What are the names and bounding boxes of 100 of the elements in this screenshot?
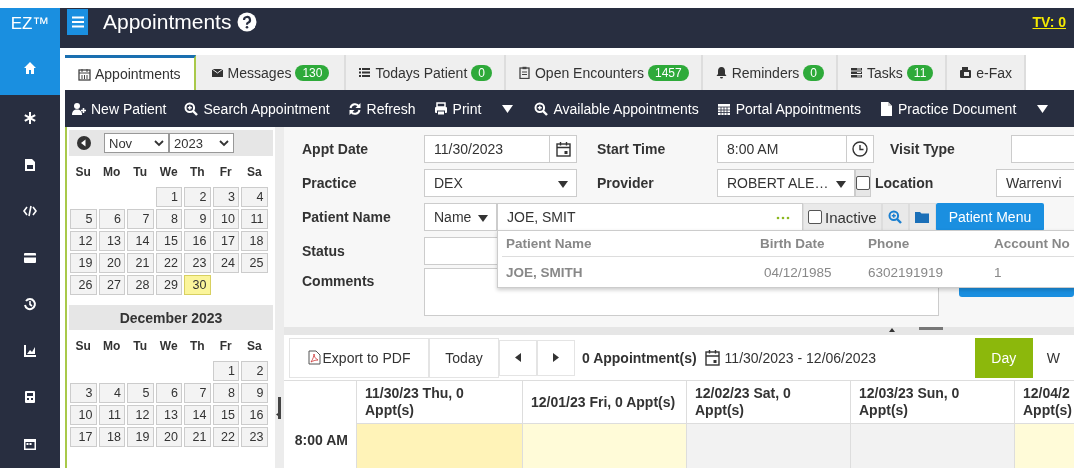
asterisk-icon bbox=[23, 111, 37, 126]
date-range: 11/30/2023 - 12/06/2023 bbox=[724, 349, 877, 366]
calendar-day[interactable]: 30 bbox=[184, 275, 211, 295]
calendar-day[interactable]: 22 bbox=[155, 253, 182, 273]
calendar-day[interactable]: 7 bbox=[184, 383, 211, 403]
checkbox[interactable] bbox=[856, 176, 870, 190]
calendar-day[interactable]: 18 bbox=[98, 427, 125, 447]
calendar-day[interactable]: 2 bbox=[241, 361, 268, 381]
export-pdf-button[interactable]: Export to PDF bbox=[289, 337, 429, 378]
toolbar-button[interactable]: Print bbox=[424, 100, 491, 117]
calendar-day[interactable]: 5 bbox=[127, 383, 154, 403]
calendar-day[interactable]: 28 bbox=[127, 275, 154, 295]
calendar-day[interactable]: 21 bbox=[127, 253, 154, 273]
help-icon[interactable] bbox=[237, 12, 258, 32]
calendar-day[interactable]: 3 bbox=[70, 383, 97, 403]
folder-button[interactable] bbox=[908, 203, 936, 231]
time-field[interactable]: 8:00 AM bbox=[717, 135, 874, 163]
tab[interactable]: Messages 130 bbox=[195, 55, 347, 90]
toolbar-button[interactable]: Portal Appointments bbox=[707, 100, 870, 117]
calendar-day[interactable]: 9 bbox=[184, 209, 211, 229]
visit-type-field[interactable] bbox=[1011, 135, 1074, 163]
tab[interactable]: Open Encounters 1457 bbox=[506, 55, 703, 90]
calendar-day[interactable]: 6 bbox=[155, 383, 182, 403]
calendar-day[interactable]: 21 bbox=[184, 427, 211, 447]
calendar-day[interactable]: 9 bbox=[241, 383, 268, 403]
calendar-day[interactable]: 12 bbox=[127, 405, 154, 425]
tab[interactable]: Tasks 11 bbox=[838, 55, 948, 90]
calendar-day[interactable]: 20 bbox=[98, 253, 125, 273]
splitter-handle[interactable] bbox=[278, 397, 281, 419]
search-button[interactable] bbox=[881, 203, 909, 231]
provider-select[interactable]: ROBERT ALE… bbox=[717, 169, 855, 197]
practice-select[interactable]: DEX bbox=[424, 169, 577, 197]
calendar-day[interactable]: 19 bbox=[127, 427, 154, 447]
calendar-day[interactable]: 17 bbox=[70, 427, 97, 447]
calendar-day[interactable]: 23 bbox=[184, 253, 211, 273]
tv-link[interactable]: TV: 0 bbox=[1032, 14, 1066, 30]
calendar-day[interactable]: 2 bbox=[184, 187, 211, 207]
tab[interactable]: Appointments bbox=[65, 55, 196, 90]
count-badge: 11 bbox=[906, 64, 934, 81]
calendar-day[interactable]: 4 bbox=[98, 383, 125, 403]
calendar-day[interactable]: 18 bbox=[241, 231, 268, 251]
menu-button[interactable] bbox=[67, 9, 88, 35]
calendar-day[interactable]: 1 bbox=[155, 187, 182, 207]
clipboard-icon bbox=[518, 66, 531, 79]
date-field[interactable]: 11/30/2023 bbox=[424, 135, 577, 163]
fax-icon bbox=[959, 66, 973, 79]
calendar-day[interactable]: 19 bbox=[70, 253, 97, 273]
calendar-day[interactable]: 8 bbox=[155, 209, 182, 229]
calendar-day[interactable]: 15 bbox=[212, 405, 239, 425]
calendar-day[interactable]: 4 bbox=[241, 187, 268, 207]
calendar-day[interactable]: 1 bbox=[212, 361, 239, 381]
previous-icon[interactable] bbox=[77, 136, 91, 150]
today-button[interactable]: Today bbox=[429, 337, 499, 378]
calendar-icon[interactable] bbox=[555, 141, 571, 157]
toolbar-button[interactable]: Refresh bbox=[338, 100, 425, 117]
toolbar-button[interactable]: Available Appointments bbox=[525, 100, 708, 117]
calendar-day[interactable]: 10 bbox=[70, 405, 97, 425]
calendar-day[interactable]: 11 bbox=[98, 405, 125, 425]
toolbar-button[interactable]: New Patient bbox=[65, 100, 176, 117]
calendar-day[interactable]: 29 bbox=[155, 275, 182, 295]
appointment-count: 0 Appointment(s) bbox=[582, 349, 697, 366]
weekday-label: Mo bbox=[102, 164, 122, 181]
calendar-day[interactable]: 16 bbox=[241, 405, 268, 425]
tab[interactable]: Todays Patient 0 bbox=[346, 55, 506, 90]
tab[interactable]: e-Fax bbox=[947, 55, 1027, 90]
calendar-day[interactable]: 8 bbox=[212, 383, 239, 403]
month-select[interactable]: Nov bbox=[104, 133, 169, 153]
calendar-day[interactable]: 7 bbox=[127, 209, 154, 229]
calendar-day[interactable]: 3 bbox=[212, 187, 239, 207]
calendar-day[interactable]: 6 bbox=[98, 209, 125, 229]
tab[interactable]: Reminders 0 bbox=[702, 55, 839, 90]
patient-name-field[interactable]: JOE, SMIT bbox=[497, 203, 803, 231]
location-field[interactable]: Warrenvi bbox=[996, 169, 1074, 197]
year-select[interactable]: 2023 bbox=[169, 133, 234, 153]
toolbar-button[interactable]: Practice Document bbox=[870, 100, 1026, 117]
list-icon bbox=[358, 66, 372, 79]
calendar-day[interactable]: 12 bbox=[70, 231, 97, 251]
clock-icon[interactable] bbox=[852, 141, 868, 157]
suggestion-row[interactable]: JOE, SMITH 04/12/1985 6302191919 1 bbox=[498, 257, 1074, 287]
calendar-day[interactable]: 14 bbox=[184, 405, 211, 425]
calendar-day[interactable]: 15 bbox=[155, 231, 182, 251]
calendar-day[interactable]: 5 bbox=[70, 209, 97, 229]
calendar-day[interactable]: 14 bbox=[127, 231, 154, 251]
calendar-day[interactable]: 13 bbox=[98, 231, 125, 251]
calendar-day[interactable]: 27 bbox=[98, 275, 125, 295]
calendar-day[interactable]: 17 bbox=[212, 231, 239, 251]
calendar-day[interactable]: 24 bbox=[212, 253, 239, 273]
calendar-day[interactable]: 16 bbox=[184, 231, 211, 251]
calendar-day[interactable]: 25 bbox=[241, 253, 268, 273]
calendar-day[interactable]: 23 bbox=[241, 427, 268, 447]
calendar-day[interactable]: 26 bbox=[70, 275, 97, 295]
weekday-label: Th bbox=[188, 164, 206, 181]
calendar-day[interactable]: 22 bbox=[212, 427, 239, 447]
calendar-day[interactable]: 20 bbox=[155, 427, 182, 447]
calendar-day[interactable]: 10 bbox=[212, 209, 239, 229]
toolbar-button[interactable]: Search Appointment bbox=[175, 100, 339, 117]
search-by-select[interactable]: Name bbox=[424, 203, 497, 231]
calendar-icon[interactable] bbox=[704, 349, 720, 366]
calendar-day[interactable]: 11 bbox=[241, 209, 268, 229]
calendar-day[interactable]: 13 bbox=[155, 405, 182, 425]
